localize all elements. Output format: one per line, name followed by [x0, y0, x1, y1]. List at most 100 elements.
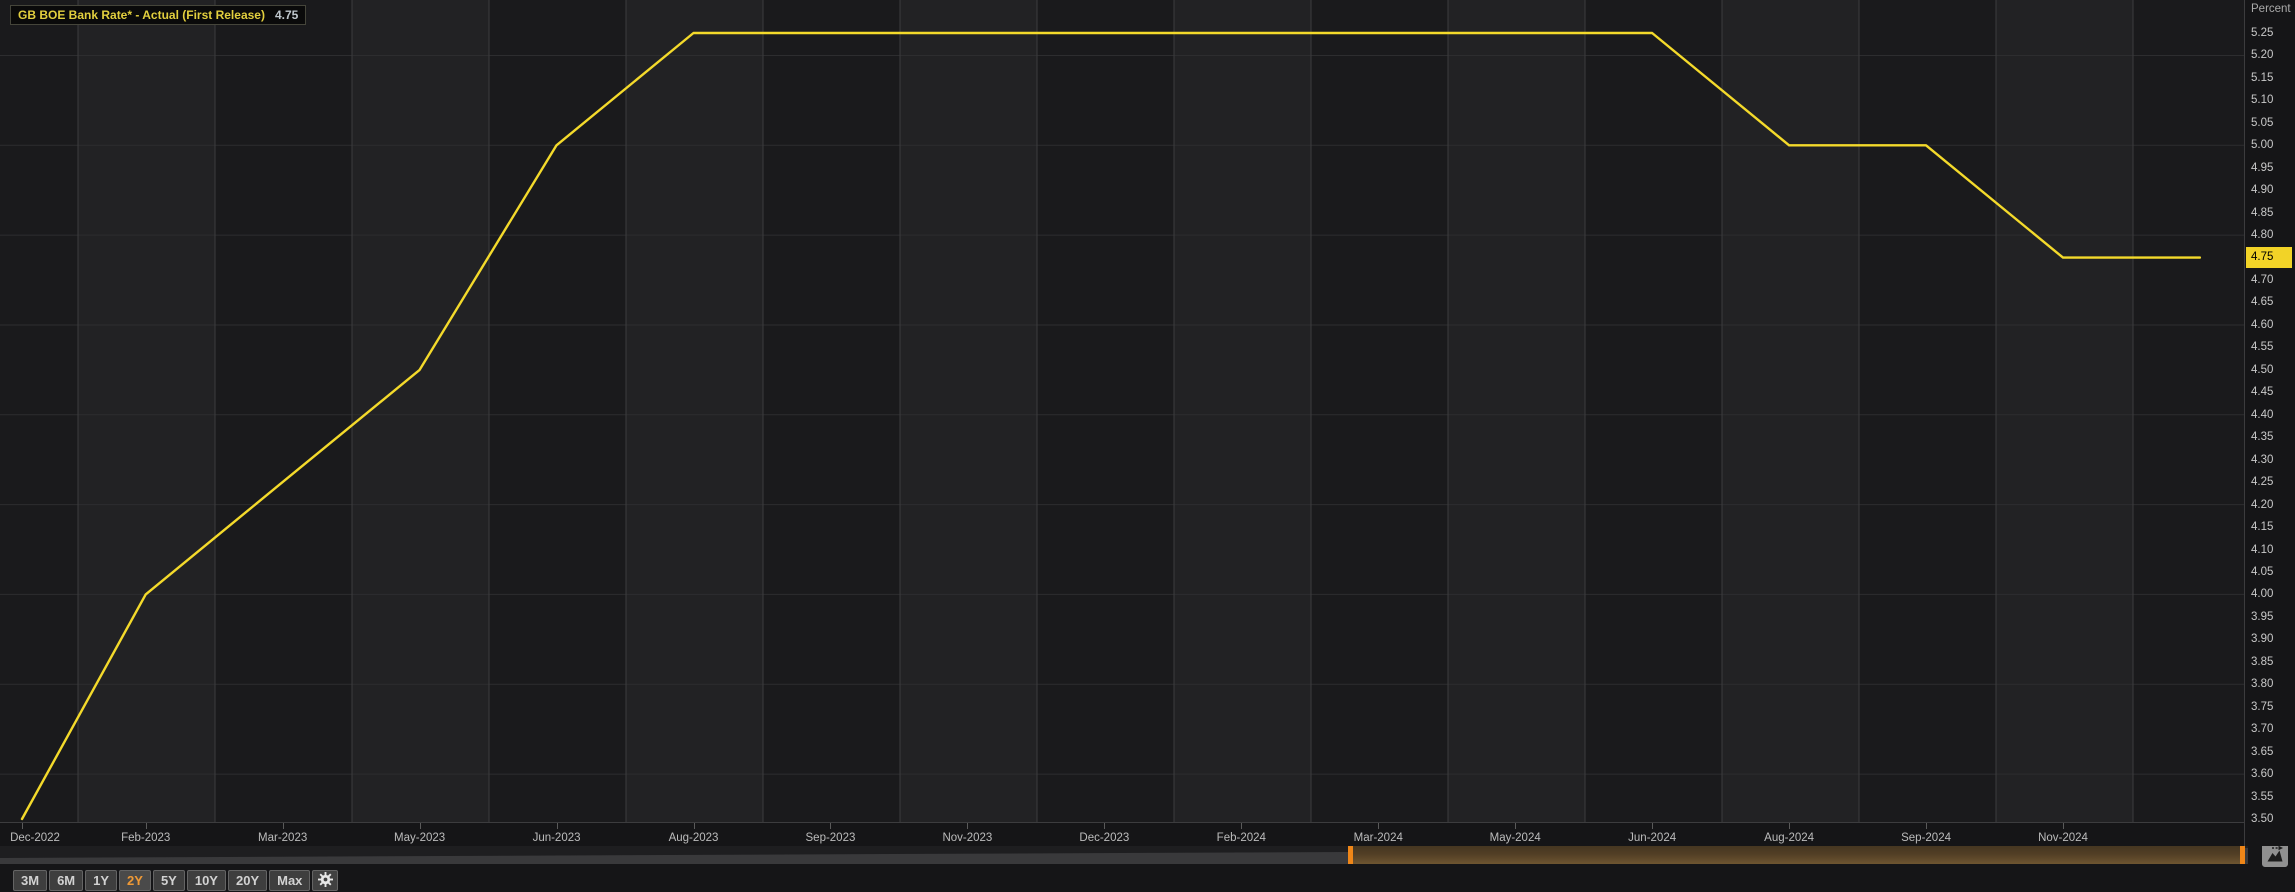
x-axis-tick: [2063, 823, 2064, 829]
x-axis-label: Mar-2023: [238, 831, 328, 845]
range-button-10y[interactable]: 10Y: [187, 870, 226, 891]
background-band: [900, 0, 1037, 823]
timeline-scrollbar[interactable]: [0, 846, 2248, 864]
y-axis-label: 4.80: [2251, 227, 2273, 243]
y-axis-label: 4.90: [2251, 182, 2273, 198]
x-axis-label: Dec-2023: [1059, 831, 1149, 845]
chart-export-icon: [2266, 851, 2284, 866]
y-axis-label: 4.70: [2251, 272, 2273, 288]
y-axis-title: Percent: [2251, 3, 2291, 15]
y-axis-label: 4.85: [2251, 205, 2273, 221]
background-band: [1722, 0, 1859, 823]
x-axis-tick: [830, 823, 831, 829]
x-axis-label: Jun-2023: [512, 831, 602, 845]
background-band: [1174, 0, 1311, 823]
y-axis-label: 3.85: [2251, 654, 2273, 670]
y-axis-label: 3.50: [2251, 811, 2273, 827]
y-axis-label: 4.95: [2251, 160, 2273, 176]
background-band: [0, 0, 78, 823]
y-axis-label: 5.15: [2251, 70, 2273, 86]
series-label: GB BOE Bank Rate* - Actual (First Releas…: [18, 8, 265, 22]
y-axis-label: 3.60: [2251, 766, 2273, 782]
settings-button[interactable]: [312, 870, 338, 891]
background-band: [1311, 0, 1448, 823]
rate-chart-window: GB BOE Bank Rate* - Actual (First Releas…: [0, 0, 2295, 892]
y-axis-label: 4.60: [2251, 317, 2273, 333]
x-axis-tick: [557, 823, 558, 829]
x-axis-label: Feb-2023: [101, 831, 191, 845]
y-axis-label: 4.55: [2251, 339, 2273, 355]
y-axis-label: 5.00: [2251, 137, 2273, 153]
x-axis-tick: [1789, 823, 1790, 829]
range-button-5y[interactable]: 5Y: [153, 870, 185, 891]
x-axis-label: May-2023: [375, 831, 465, 845]
x-axis-tick: [1104, 823, 1105, 829]
x-axis-tick: [283, 823, 284, 829]
gear-icon: [318, 875, 333, 890]
background-band: [352, 0, 489, 823]
x-axis-tick: [146, 823, 147, 829]
price-chart-plot[interactable]: [0, 0, 2244, 823]
y-axis-label: 5.05: [2251, 115, 2273, 131]
series-legend: GB BOE Bank Rate* - Actual (First Releas…: [10, 5, 306, 25]
y-axis-label: 3.90: [2251, 631, 2273, 647]
y-axis-label: 4.40: [2251, 407, 2273, 423]
y-axis-last-value-badge: 4.75: [2246, 247, 2292, 268]
x-axis-label: Mar-2024: [1333, 831, 1423, 845]
background-band: [1859, 0, 1996, 823]
x-axis-label: May-2024: [1470, 831, 1560, 845]
y-axis-label: 5.10: [2251, 92, 2273, 108]
y-axis-label: 5.25: [2251, 25, 2273, 41]
x-axis-tick: [694, 823, 695, 829]
background-band: [1448, 0, 1585, 823]
background-band: [1037, 0, 1174, 823]
x-axis-label: Jun-2024: [1607, 831, 1697, 845]
y-axis-label: 4.50: [2251, 362, 2273, 378]
background-band: [1585, 0, 1722, 823]
y-axis-label: 3.55: [2251, 789, 2273, 805]
y-axis-label: 4.45: [2251, 384, 2273, 400]
background-band: [2133, 0, 2244, 823]
scrollbar-selected-range[interactable]: [1352, 846, 2240, 864]
y-axis-label: 3.95: [2251, 609, 2273, 625]
range-button-1y[interactable]: 1Y: [85, 870, 117, 891]
x-axis-tick: [1652, 823, 1653, 829]
series-last-value: 4.75: [275, 8, 298, 22]
y-axis-label: 3.70: [2251, 721, 2273, 737]
y-axis-label: 3.75: [2251, 699, 2273, 715]
background-band: [215, 0, 352, 823]
scrollbar-left-handle[interactable]: [1348, 846, 1353, 864]
scrollbar-right-handle[interactable]: [2240, 846, 2245, 864]
range-toolbar: 3M6M1Y2Y5Y10Y20YMax: [13, 870, 338, 891]
range-button-20y[interactable]: 20Y: [228, 870, 267, 891]
x-axis-label: Aug-2023: [649, 831, 739, 845]
y-axis-label: 4.15: [2251, 519, 2273, 535]
y-axis: Percent 5.25 5.20 5.15 5.10 5.05 5.00 4.95 4.90…: [2244, 0, 2295, 846]
range-button-2y[interactable]: 2Y: [119, 870, 151, 891]
y-axis-label: 5.20: [2251, 47, 2273, 63]
x-axis-label: Aug-2024: [1744, 831, 1834, 845]
x-axis-label: Dec-2022: [0, 831, 70, 845]
background-band: [489, 0, 626, 823]
y-axis-label: 4.25: [2251, 474, 2273, 490]
y-axis-label: 4.05: [2251, 564, 2273, 580]
y-axis-label: 4.10: [2251, 542, 2273, 558]
x-axis: Dec-2022 Feb-2023 Mar-2023 May-2023 Jun-2023…: [0, 823, 2244, 846]
y-axis-label: 3.80: [2251, 676, 2273, 692]
y-axis-label: 4.30: [2251, 452, 2273, 468]
y-axis-label: 3.65: [2251, 744, 2273, 760]
background-band: [763, 0, 900, 823]
x-axis-tick: [1515, 823, 1516, 829]
range-button-6m[interactable]: 6M: [49, 870, 83, 891]
background-band: [78, 0, 215, 823]
x-axis-tick: [967, 823, 968, 829]
x-axis-label: Nov-2023: [922, 831, 1012, 845]
x-axis-tick: [420, 823, 421, 829]
x-axis-tick: [1241, 823, 1242, 829]
x-axis-tick: [1926, 823, 1927, 829]
range-button-max[interactable]: Max: [269, 870, 310, 891]
y-axis-label: 4.00: [2251, 586, 2273, 602]
range-button-3m[interactable]: 3M: [13, 870, 47, 891]
x-axis-tick: [22, 823, 23, 829]
y-axis-label: 4.65: [2251, 294, 2273, 310]
